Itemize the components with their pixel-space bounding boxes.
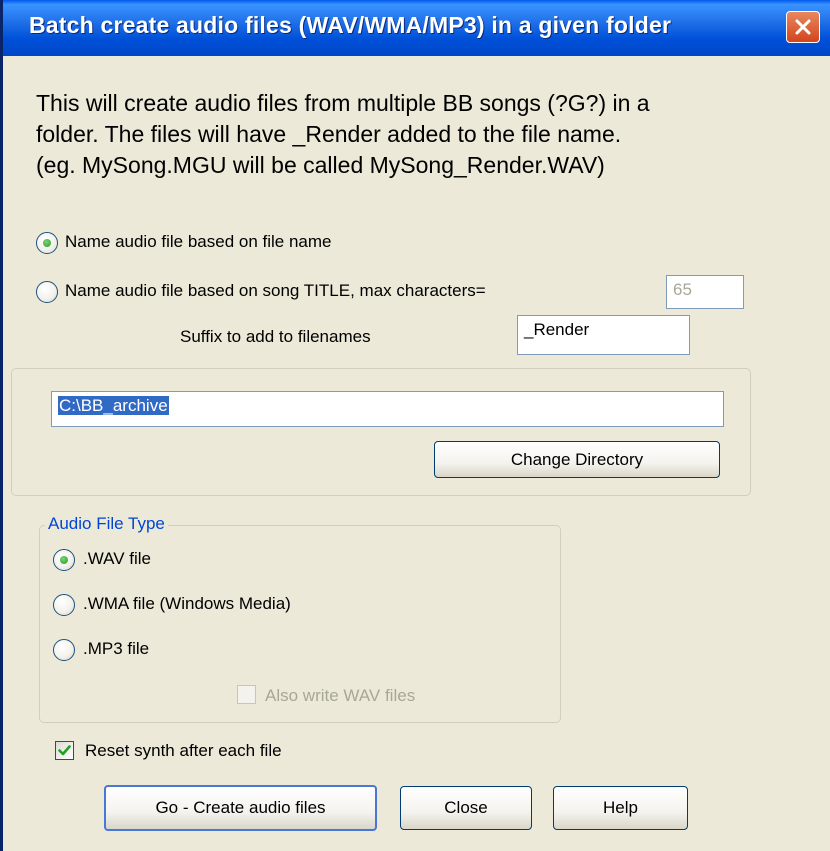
radio-name-by-song-title-label[interactable]: Name audio file based on song TITLE, max… bbox=[65, 281, 486, 301]
radio-name-by-file-name[interactable] bbox=[36, 232, 58, 254]
window-title: Batch create audio files (WAV/WMA/MP3) i… bbox=[29, 12, 672, 38]
description-text: This will create audio files from multip… bbox=[36, 88, 776, 181]
reset-synth-label[interactable]: Reset synth after each file bbox=[85, 741, 282, 761]
close-x-glyph bbox=[795, 19, 811, 35]
description-line-2: folder. The files will have _Render adde… bbox=[36, 121, 622, 147]
radio-wav[interactable] bbox=[53, 549, 75, 571]
help-button[interactable]: Help bbox=[553, 786, 688, 830]
radio-name-by-song-title[interactable] bbox=[36, 281, 58, 303]
audio-file-type-legend: Audio File Type bbox=[45, 514, 168, 534]
radio-mp3[interactable] bbox=[53, 639, 75, 661]
radio-selected-dot bbox=[43, 239, 51, 247]
close-icon[interactable] bbox=[786, 11, 820, 43]
change-directory-button[interactable]: Change Directory bbox=[434, 441, 720, 478]
dialog-window: Batch create audio files (WAV/WMA/MP3) i… bbox=[0, 0, 830, 851]
radio-name-by-file-name-label[interactable]: Name audio file based on file name bbox=[65, 232, 332, 252]
description-line-1: This will create audio files from multip… bbox=[36, 90, 650, 116]
go-create-audio-files-button[interactable]: Go - Create audio files bbox=[104, 785, 377, 831]
radio-mp3-label[interactable]: .MP3 file bbox=[83, 639, 149, 659]
also-write-wav-checkbox[interactable] bbox=[237, 685, 256, 704]
radio-wma-label[interactable]: .WMA file (Windows Media) bbox=[83, 594, 291, 614]
directory-path-input[interactable]: C:\BB_archive bbox=[51, 391, 724, 427]
close-button[interactable]: Close bbox=[400, 786, 532, 830]
suffix-input[interactable]: _Render bbox=[517, 315, 690, 355]
also-write-wav-label: Also write WAV files bbox=[265, 686, 416, 705]
check-icon bbox=[58, 745, 71, 756]
radio-wma[interactable] bbox=[53, 594, 75, 616]
suffix-label: Suffix to add to filenames bbox=[180, 327, 371, 346]
description-line-3: (eg. MySong.MGU will be called MySong_Re… bbox=[36, 152, 605, 178]
radio-wav-label[interactable]: .WAV file bbox=[83, 549, 151, 569]
reset-synth-checkbox[interactable] bbox=[55, 741, 74, 760]
radio-selected-dot bbox=[60, 556, 68, 564]
title-bar[interactable]: Batch create audio files (WAV/WMA/MP3) i… bbox=[3, 0, 830, 56]
directory-path-selected-text: C:\BB_archive bbox=[58, 396, 169, 415]
max-characters-input[interactable]: 65 bbox=[666, 275, 744, 309]
